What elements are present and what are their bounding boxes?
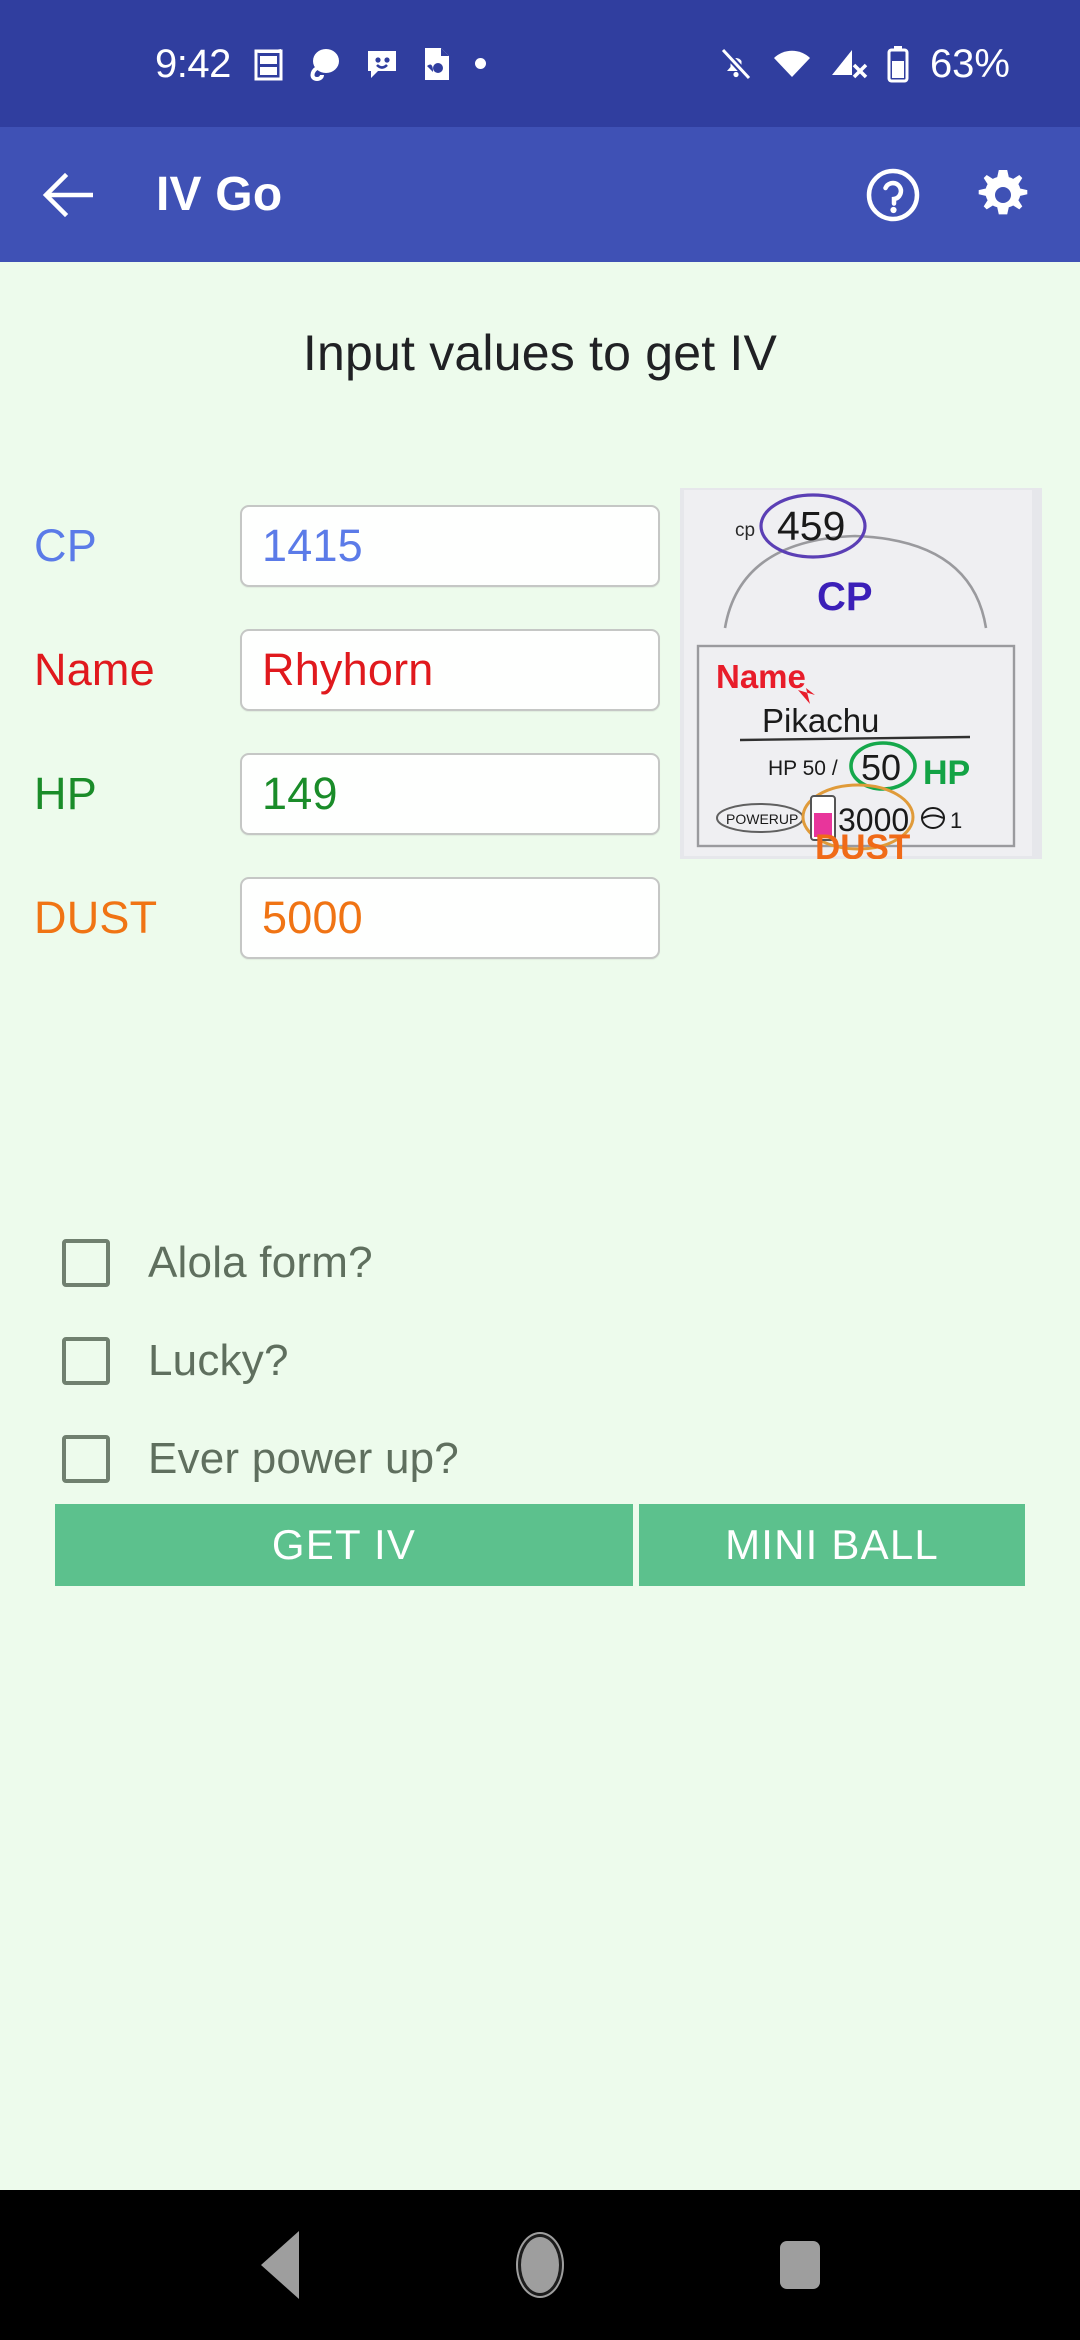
main-content: Input values to get IV CP Name: [0, 262, 1080, 2190]
ref-cp-big-label: CP: [817, 575, 873, 619]
alola-form-label: Alola form?: [148, 1238, 373, 1287]
nav-home-circle-icon: [518, 2234, 562, 2296]
hp-input[interactable]: [242, 755, 658, 833]
alola-form-checkbox[interactable]: [62, 1239, 110, 1287]
nav-recents-button[interactable]: [740, 2205, 860, 2325]
settings-button[interactable]: [948, 127, 1058, 262]
status-bar-clock: 9:42: [155, 41, 231, 86]
ref-cp-number: 459: [777, 503, 845, 549]
dust-input[interactable]: [242, 879, 658, 957]
ref-pokemon-name: Pikachu: [762, 702, 879, 739]
form-heading: Input values to get IV: [302, 325, 778, 381]
name-input-wrapper[interactable]: [240, 629, 660, 711]
wifi-icon: [772, 48, 812, 80]
cellular-signal-off-icon: [830, 47, 868, 81]
reference-example-image: cp 459 CP Name Pikachu HP 50 / 50 HP POW…: [680, 488, 1042, 859]
action-button-row: GET IV MINI BALL: [55, 1504, 1025, 1586]
get-iv-button[interactable]: GET IV: [55, 1504, 633, 1586]
options-checkbox-group: Alola form? Lucky? Ever power up?: [0, 1214, 1080, 1508]
nav-back-button[interactable]: [220, 2205, 340, 2325]
field-row-dust: DUST: [0, 856, 660, 980]
nav-back-triangle-icon: [261, 2231, 299, 2299]
messages-icon: [365, 47, 399, 81]
ever-power-up-label: Ever power up?: [148, 1434, 459, 1483]
lucky-checkbox[interactable]: [62, 1337, 110, 1385]
ref-hp-prefix: HP 50 /: [768, 757, 838, 780]
ref-cp-small-label: cp: [735, 520, 755, 541]
name-input[interactable]: [242, 631, 658, 709]
ref-hp-label: HP: [923, 754, 970, 792]
app-notification-icon: [253, 47, 285, 81]
gear-icon: [978, 169, 1028, 214]
ref-dust-label: DUST: [815, 828, 910, 859]
ever-power-up-checkbox[interactable]: [62, 1435, 110, 1483]
hp-label: HP: [34, 768, 97, 819]
hp-input-wrapper[interactable]: [240, 753, 660, 835]
dust-input-wrapper[interactable]: [240, 877, 660, 959]
nav-home-button[interactable]: [480, 2205, 600, 2325]
cp-input-wrapper[interactable]: [240, 505, 660, 587]
page-title: IV Go: [156, 168, 283, 221]
checkbox-row-ever-power-up[interactable]: Ever power up?: [0, 1410, 1080, 1508]
ref-powerup-label: POWERUP: [726, 811, 798, 827]
status-bar-left-group: 9:42: [0, 0, 718, 127]
help-button[interactable]: [838, 127, 948, 262]
cp-label: CP: [34, 520, 97, 571]
ref-hp-circled: 50: [861, 747, 901, 788]
document-icon: [421, 46, 453, 82]
status-bar-right-group: 63%: [718, 0, 1040, 127]
dust-label: DUST: [34, 892, 158, 943]
ref-candy-count: 1: [950, 808, 962, 833]
phone-bubble-icon: [307, 46, 343, 82]
status-bar: 9:42 63%: [0, 0, 1080, 127]
input-fields-group: CP Name HP: [0, 484, 660, 980]
field-row-name: Name: [0, 608, 660, 732]
battery-icon: [886, 45, 910, 83]
more-notifications-dot-icon: [474, 58, 486, 69]
battery-percent-label: 63%: [929, 41, 1010, 86]
field-row-cp: CP: [0, 484, 660, 608]
nav-recents-square-icon: [780, 2241, 820, 2289]
arrow-left-icon: [42, 172, 93, 217]
checkbox-row-alola[interactable]: Alola form?: [0, 1214, 1080, 1312]
back-button[interactable]: [14, 127, 124, 262]
lucky-label: Lucky?: [148, 1336, 289, 1385]
system-navigation-bar: [0, 2190, 1080, 2340]
phone-screen: 9:42 63% IV Go Input values to get IV CP…: [0, 0, 1080, 2340]
help-circle-icon: [866, 168, 920, 221]
name-label: Name: [34, 644, 155, 695]
field-row-hp: HP: [0, 732, 660, 856]
mini-ball-button[interactable]: MINI BALL: [639, 1504, 1025, 1586]
checkbox-row-lucky[interactable]: Lucky?: [0, 1312, 1080, 1410]
alarm-off-icon: [718, 46, 754, 82]
cp-input[interactable]: [242, 507, 658, 585]
ref-name-label: Name: [716, 658, 806, 695]
app-bar: IV Go: [0, 127, 1080, 262]
